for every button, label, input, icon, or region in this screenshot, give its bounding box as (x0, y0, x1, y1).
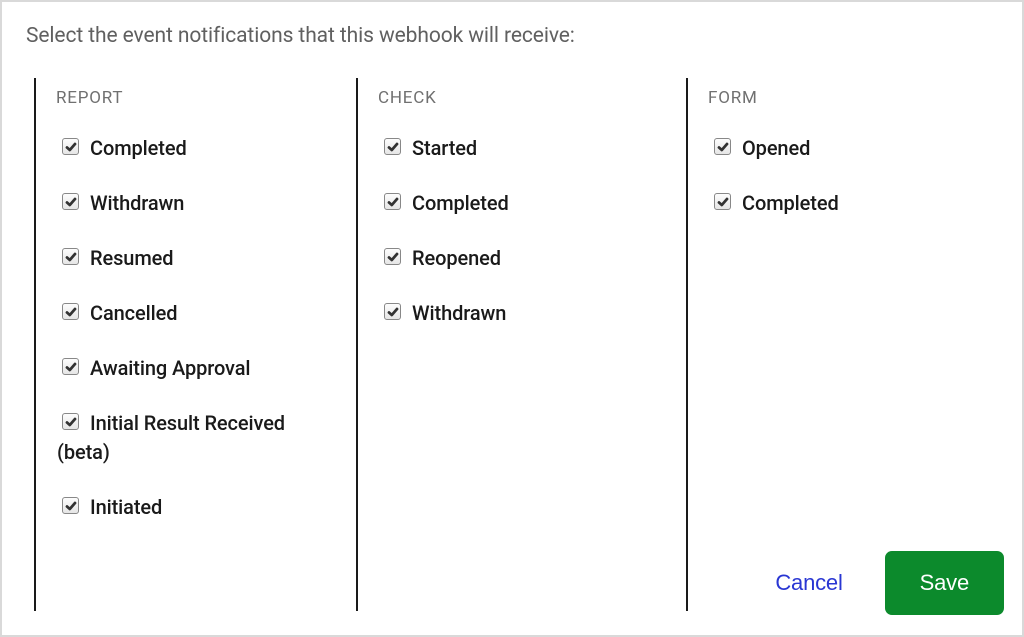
event-label: Completed (90, 134, 187, 163)
checkmark-icon (65, 251, 77, 263)
event-report-cancelled[interactable]: Cancelled (56, 299, 336, 328)
checkmark-icon (387, 251, 399, 263)
checkmark-icon (65, 306, 77, 318)
event-report-withdrawn[interactable]: Withdrawn (56, 189, 336, 218)
event-report-initiated[interactable]: Initiated (56, 493, 336, 522)
event-check-withdrawn[interactable]: Withdrawn (378, 299, 666, 328)
event-check-started[interactable]: Started (378, 134, 666, 163)
column-header-form: FORM (708, 88, 956, 108)
event-label: Initial Result Received (beta) (57, 409, 336, 467)
checkbox-report-withdrawn[interactable] (62, 193, 79, 210)
column-header-report: REPORT (56, 88, 336, 108)
checkmark-icon (65, 500, 77, 512)
event-label: Initiated (90, 493, 162, 522)
event-check-completed[interactable]: Completed (378, 189, 666, 218)
event-label: Reopened (412, 244, 501, 273)
dialog-footer: Cancel Save (763, 551, 1004, 615)
checkbox-report-completed[interactable] (62, 138, 79, 155)
checkmark-icon (717, 141, 729, 153)
checkbox-check-reopened[interactable] (384, 248, 401, 265)
checkbox-report-resumed[interactable] (62, 248, 79, 265)
column-report: REPORT Completed Withdrawn Resumed Cance… (34, 78, 356, 611)
checkbox-check-withdrawn[interactable] (384, 303, 401, 320)
event-check-reopened[interactable]: Reopened (378, 244, 666, 273)
checkmark-icon (387, 141, 399, 153)
checkmark-icon (65, 141, 77, 153)
checkmark-icon (717, 196, 729, 208)
checkbox-report-initiated[interactable] (62, 497, 79, 514)
checkbox-check-completed[interactable] (384, 193, 401, 210)
checkmark-icon (387, 196, 399, 208)
event-label: Withdrawn (412, 299, 506, 328)
save-button[interactable]: Save (885, 551, 1004, 615)
column-form: FORM Opened Completed (686, 78, 976, 611)
checkmark-icon (65, 196, 77, 208)
column-check: CHECK Started Completed Reopened Withdra… (356, 78, 686, 611)
event-label: Opened (742, 134, 810, 163)
event-label: Completed (742, 189, 839, 218)
checkbox-report-cancelled[interactable] (62, 303, 79, 320)
event-report-completed[interactable]: Completed (56, 134, 336, 163)
cancel-button[interactable]: Cancel (763, 560, 854, 606)
event-label: Withdrawn (90, 189, 184, 218)
column-header-check: CHECK (378, 88, 666, 108)
event-label: Resumed (90, 244, 173, 273)
event-report-awaiting-approval[interactable]: Awaiting Approval (56, 354, 336, 383)
events-columns: REPORT Completed Withdrawn Resumed Cance… (26, 78, 998, 611)
checkbox-check-started[interactable] (384, 138, 401, 155)
checkbox-form-completed[interactable] (714, 193, 731, 210)
event-label: Completed (412, 189, 509, 218)
event-form-opened[interactable]: Opened (708, 134, 956, 163)
instruction-text: Select the event notifications that this… (26, 24, 998, 48)
checkbox-report-awaiting-approval[interactable] (62, 358, 79, 375)
event-report-initial-result-received[interactable]: Initial Result Received (beta) (56, 409, 336, 467)
checkbox-form-opened[interactable] (714, 138, 731, 155)
event-label: Started (412, 134, 477, 163)
checkmark-icon (387, 306, 399, 318)
webhook-events-dialog: Select the event notifications that this… (0, 0, 1024, 637)
event-form-completed[interactable]: Completed (708, 189, 956, 218)
event-label: Cancelled (90, 299, 177, 328)
event-label: Awaiting Approval (90, 354, 250, 383)
event-report-resumed[interactable]: Resumed (56, 244, 336, 273)
checkmark-icon (65, 361, 77, 373)
